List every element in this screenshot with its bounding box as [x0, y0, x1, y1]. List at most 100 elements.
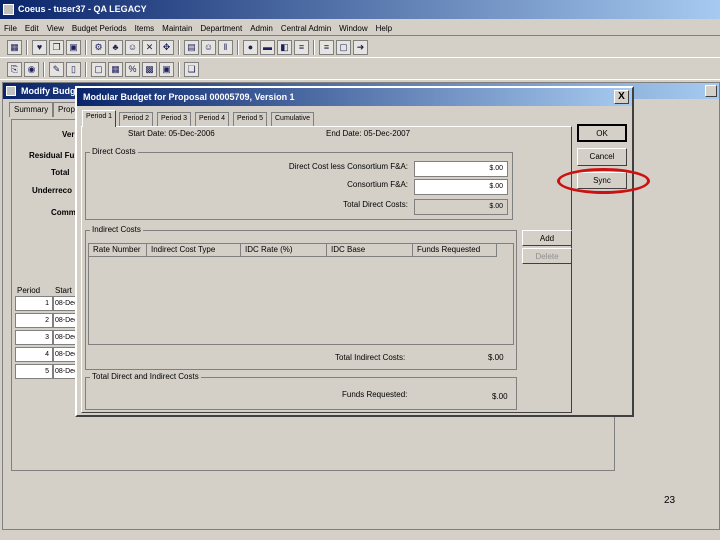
dialog-title: Modular Budget for Proposal 00005709, Ve… [83, 92, 295, 102]
menu-budget-periods[interactable]: Budget Periods [68, 20, 131, 34]
close-button[interactable]: X [614, 90, 629, 104]
comments-label: Comm [51, 208, 76, 217]
toolbar-secondary: ⎘ ◉ ✎ ▯ ▢ ▦% ▩ ▣ ❏ [0, 59, 720, 80]
menu-items[interactable]: Items [131, 20, 159, 34]
total-direct-costs-field: $.00 [414, 199, 508, 215]
period-number-cell[interactable]: 2 [15, 313, 53, 328]
person-icon[interactable]: ☺ [201, 40, 216, 55]
tab-proposal-label: Prop [58, 105, 75, 114]
indirect-costs-group: Indirect Costs Rate Number Indirect Cost… [85, 225, 517, 370]
columns-icon[interactable]: ‖ [218, 40, 233, 55]
gear-icon[interactable]: ⚙ [91, 40, 106, 55]
menu-edit[interactable]: Edit [21, 20, 43, 34]
edit-icon[interactable]: ✎ [49, 62, 64, 77]
folder-icon[interactable]: ▤ [184, 40, 199, 55]
tab-summary-label: Summary [14, 105, 49, 114]
printer-icon[interactable]: ▬ [260, 40, 275, 55]
funds-requested-label: Funds Requested: [342, 390, 408, 399]
period-header: Period [17, 286, 41, 295]
column-idc-base[interactable]: IDC Base [327, 244, 413, 257]
window-icon[interactable]: ▢ [336, 40, 351, 55]
page-icon[interactable]: ❏ [184, 62, 199, 77]
app-title-bar: Coeus - tuser37 - QA LEGACY [0, 0, 720, 19]
page-number: 23 [664, 495, 676, 506]
tab-period-1[interactable]: Period 1 [82, 110, 117, 127]
grid-icon[interactable]: ▩ [142, 62, 157, 77]
start-header: Start [55, 286, 72, 295]
period-number-cell[interactable]: 1 [15, 296, 53, 311]
percent-icon[interactable]: % [125, 62, 140, 77]
end-date: End Date: 05-Dec-2007 [326, 129, 411, 138]
toolbar-separator [313, 40, 315, 55]
consortium-fa-field[interactable]: $.00 [414, 179, 508, 195]
move-icon[interactable]: ✥ [159, 40, 174, 55]
modular-budget-dialog: Modular Budget for Proposal 00005709, Ve… [75, 86, 634, 417]
floppy-icon[interactable]: ▣ [66, 40, 81, 55]
menu-view[interactable]: View [43, 20, 68, 34]
menu-window[interactable]: Window [335, 20, 371, 34]
dialog-title-bar[interactable]: Modular Budget for Proposal 00005709, Ve… [77, 88, 632, 106]
total-costs-group: Total Direct and Indirect Costs Funds Re… [85, 372, 517, 410]
heart-icon[interactable]: ♥ [32, 40, 47, 55]
copy-icon[interactable]: ❐ [49, 40, 64, 55]
underrecovery-label: Underreco [32, 186, 73, 195]
consortium-fa-label: Consortium F&A: [347, 180, 408, 189]
list-icon[interactable]: ≡ [319, 40, 334, 55]
period-number-cell[interactable]: 5 [15, 364, 53, 379]
tab-cumulative-label: Cumulative [275, 115, 311, 122]
modify-budget-title: Modify Budg [21, 86, 76, 96]
add-button[interactable]: Add [522, 230, 572, 246]
toolbar-separator [237, 40, 239, 55]
window-icon [6, 86, 16, 96]
period-number-cell[interactable]: 4 [15, 347, 53, 362]
exit-icon[interactable]: ➜ [353, 40, 368, 55]
column-idc-rate[interactable]: IDC Rate (%) [241, 244, 327, 257]
floppy-icon[interactable]: ▣ [159, 62, 174, 77]
direct-costs-group: Direct Costs Direct Cost less Consortium… [85, 147, 513, 220]
tab-summary[interactable]: Summary [9, 102, 54, 117]
tab-cumulative[interactable]: Cumulative [271, 112, 315, 126]
cancel-button[interactable]: Cancel [577, 148, 627, 166]
minimize-button[interactable] [705, 85, 717, 97]
delete-button[interactable]: Delete [522, 248, 572, 264]
period-number-cell[interactable]: 3 [15, 330, 53, 345]
person-icon[interactable]: ☺ [125, 40, 140, 55]
tab-period-1-label: Period 1 [86, 113, 113, 120]
document-icon[interactable]: ▯ [66, 62, 81, 77]
toolbar-separator [26, 40, 28, 55]
indirect-costs-table: Rate Number Indirect Cost Type IDC Rate … [88, 243, 514, 345]
calendar-icon[interactable]: ▦ [108, 62, 123, 77]
tab-period-5[interactable]: Period 5 [233, 112, 268, 126]
menu-central-admin[interactable]: Central Admin [277, 20, 335, 34]
list-icon[interactable]: ≡ [294, 40, 309, 55]
column-indirect-cost-type[interactable]: Indirect Cost Type [147, 244, 241, 257]
menu-file[interactable]: File [0, 20, 21, 34]
toolbar-separator [178, 62, 180, 77]
column-funds-requested[interactable]: Funds Requested [413, 244, 497, 257]
column-rate-number[interactable]: Rate Number [89, 244, 147, 257]
dc-less-consortium-field[interactable]: $.00 [414, 161, 508, 177]
view-icon[interactable]: ◧ [277, 40, 292, 55]
tab-period-3[interactable]: Period 3 [157, 112, 192, 126]
globe-icon[interactable]: ◉ [24, 62, 39, 77]
menu-maintain[interactable]: Maintain [158, 20, 196, 34]
window-icon[interactable]: ▢ [91, 62, 106, 77]
tab-period-2[interactable]: Period 2 [119, 112, 154, 126]
tab-period-2-label: Period 2 [123, 115, 150, 122]
tree-icon[interactable]: ♣ [108, 40, 123, 55]
version-label: Ver [62, 130, 75, 139]
menu-admin[interactable]: Admin [246, 20, 277, 34]
residual-funds-label: Residual Fu [29, 151, 75, 160]
stop-icon[interactable]: ● [243, 40, 258, 55]
table-icon[interactable]: ▦ [7, 40, 22, 55]
cross-icon[interactable]: ✕ [142, 40, 157, 55]
link-icon[interactable]: ⎘ [7, 62, 22, 77]
tab-period-4[interactable]: Period 4 [195, 112, 230, 126]
indirect-costs-legend: Indirect Costs [90, 225, 143, 234]
menu-help[interactable]: Help [372, 20, 396, 34]
menu-department[interactable]: Department [196, 20, 246, 34]
total-direct-costs-label: Total Direct Costs: [343, 200, 408, 209]
tab-period-3-label: Period 3 [161, 115, 188, 122]
close-icon: X [618, 91, 625, 102]
ok-button[interactable]: OK [577, 124, 627, 142]
